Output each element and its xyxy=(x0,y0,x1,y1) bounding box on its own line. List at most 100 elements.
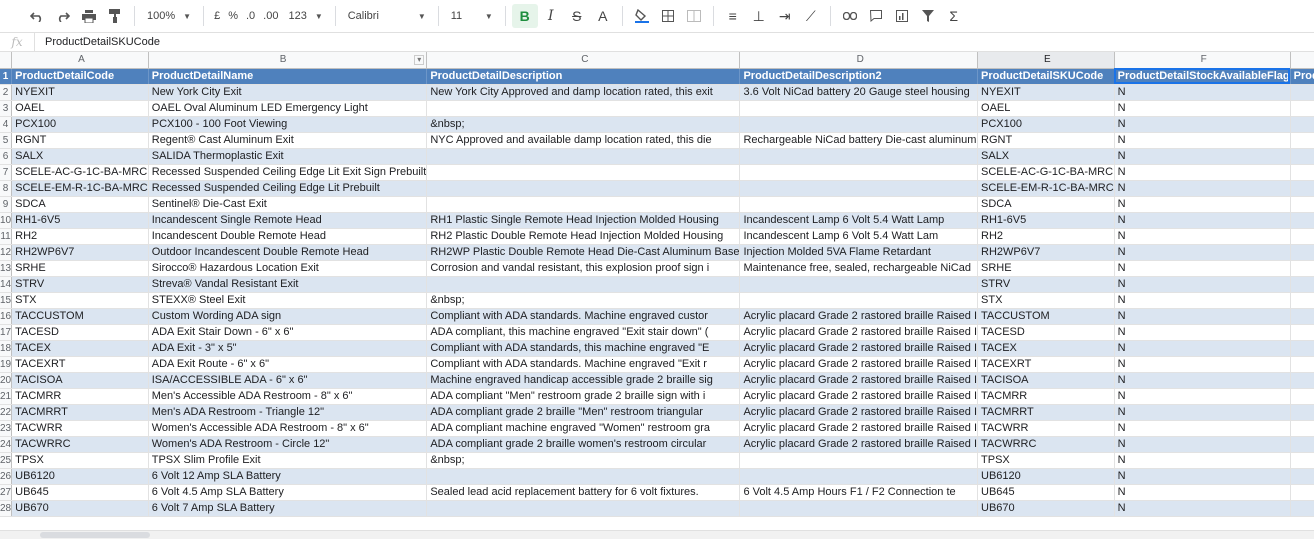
cell[interactable]: OAEL xyxy=(977,100,1115,117)
cell[interactable]: TACMRRT xyxy=(977,404,1115,421)
cell[interactable]: TACWRRC xyxy=(11,436,149,453)
cell[interactable]: SRHE xyxy=(11,260,149,277)
cell[interactable]: Sealed lead acid replacement battery for… xyxy=(426,484,741,501)
cell[interactable] xyxy=(426,180,741,197)
row-number[interactable]: 3 xyxy=(0,100,13,117)
cell[interactable] xyxy=(426,148,741,165)
filter-icon[interactable] xyxy=(915,4,941,28)
row-number[interactable]: 18 xyxy=(0,340,13,357)
insert-chart-icon[interactable] xyxy=(889,4,915,28)
column-header[interactable]: C xyxy=(426,52,741,69)
cell[interactable]: Acrylic placard Grade 2 rastored braille… xyxy=(739,308,979,325)
cell[interactable]: N xyxy=(1114,452,1291,469)
cell[interactable] xyxy=(426,100,741,117)
cell[interactable]: UB6120 xyxy=(11,468,149,485)
cell[interactable]: SCELE-EM-R-1C-BA-MRC xyxy=(977,180,1115,197)
header-cell[interactable]: ProductDetailCode xyxy=(11,68,149,85)
cell[interactable]: UB645 xyxy=(11,484,149,501)
cell[interactable]: N xyxy=(1114,228,1291,245)
cell[interactable]: N xyxy=(1114,340,1291,357)
cell[interactable]: ADA compliant, this machine engraved "Ex… xyxy=(426,324,741,341)
cell[interactable]: PCX100 - 100 Foot Viewing xyxy=(148,116,428,133)
cell[interactable]: Incandescent Lamp 6 Volt 5.4 Watt Lamp xyxy=(739,212,979,229)
cell[interactable]: RH1-6V5 xyxy=(11,212,149,229)
active-header-cell[interactable]: ProductDetailStockAvailableFlag xyxy=(1114,68,1291,85)
cell[interactable]: N xyxy=(1114,292,1291,309)
cell[interactable]: ADA compliant grade 2 braille women's re… xyxy=(426,436,741,453)
row-number[interactable]: 14 xyxy=(0,276,13,293)
row-number[interactable]: 17 xyxy=(0,324,13,341)
print-icon[interactable] xyxy=(76,4,102,28)
cell[interactable]: N xyxy=(1114,132,1291,149)
cell[interactable]: STRV xyxy=(977,276,1115,293)
font-size-select[interactable]: 11 ▼ xyxy=(445,4,499,28)
cell[interactable]: New York City Approved and damp location… xyxy=(426,84,741,101)
column-header[interactable]: F xyxy=(1114,52,1291,69)
cell[interactable]: Acrylic placard Grade 2 rastored braille… xyxy=(739,404,979,421)
cell[interactable] xyxy=(1290,228,1314,245)
row-number[interactable]: 6 xyxy=(0,148,13,165)
cell[interactable] xyxy=(739,164,979,181)
cell[interactable]: N xyxy=(1114,180,1291,197)
row-number[interactable]: 24 xyxy=(0,436,13,453)
cell[interactable]: UB670 xyxy=(977,500,1115,517)
cell[interactable]: 6 Volt 4.5 Amp Hours F1 / F2 Connection … xyxy=(739,484,979,501)
cell[interactable]: TACISOA xyxy=(11,372,149,389)
cell[interactable]: 6 Volt 12 Amp SLA Battery xyxy=(148,468,428,485)
cell[interactable] xyxy=(1290,420,1314,437)
row-number[interactable]: 2 xyxy=(0,84,13,101)
row-number[interactable]: 19 xyxy=(0,356,13,373)
currency-format-button[interactable]: £ xyxy=(210,4,224,28)
cell[interactable]: N xyxy=(1114,324,1291,341)
cell[interactable]: N xyxy=(1114,148,1291,165)
font-select[interactable]: Calibri ▼ xyxy=(342,4,432,28)
text-wrapping-icon[interactable]: ⇥ xyxy=(772,4,798,28)
cell[interactable]: RH1-6V5 xyxy=(977,212,1115,229)
cell[interactable]: N xyxy=(1114,468,1291,485)
cell[interactable]: NYEXIT xyxy=(11,84,149,101)
cell[interactable]: Men's ADA Restroom - Triangle 12" xyxy=(148,404,428,421)
cell[interactable]: Acrylic placard Grade 2 rastored braille… xyxy=(739,324,979,341)
cell[interactable]: Custom Wording ADA sign xyxy=(148,308,428,325)
cell[interactable]: N xyxy=(1114,196,1291,213)
cell[interactable]: Acrylic placard Grade 2 rastored braille… xyxy=(739,436,979,453)
cell[interactable]: Incandescent Single Remote Head xyxy=(148,212,428,229)
cell[interactable]: N xyxy=(1114,484,1291,501)
cell[interactable]: Sirocco® Hazardous Location Exit xyxy=(148,260,428,277)
cell[interactable]: Women's Accessible ADA Restroom - 8" x 6… xyxy=(148,420,428,437)
cell[interactable] xyxy=(1290,148,1314,165)
cell[interactable]: Machine engraved handicap accessible gra… xyxy=(426,372,741,389)
cell[interactable] xyxy=(1290,372,1314,389)
redo-icon[interactable] xyxy=(50,4,76,28)
cell[interactable]: &nbsp; xyxy=(426,292,741,309)
cell[interactable]: SALX xyxy=(977,148,1115,165)
cell[interactable] xyxy=(1290,308,1314,325)
cell[interactable] xyxy=(1290,244,1314,261)
cell[interactable]: N xyxy=(1114,500,1291,517)
cell[interactable]: TACWRRC xyxy=(977,436,1115,453)
cell[interactable]: RGNT xyxy=(977,132,1115,149)
cell[interactable]: PCX100 xyxy=(977,116,1115,133)
decrease-decimal-button[interactable]: .0 xyxy=(242,4,259,28)
scrollbar-thumb[interactable] xyxy=(40,532,150,538)
cell[interactable]: N xyxy=(1114,308,1291,325)
cell[interactable]: ADA compliant grade 2 braille "Men" rest… xyxy=(426,404,741,421)
column-header[interactable]: A xyxy=(11,52,149,69)
cell[interactable] xyxy=(1290,356,1314,373)
header-cell[interactable]: ProductDetailName xyxy=(148,68,428,85)
cell[interactable]: STX xyxy=(11,292,149,309)
formula-input[interactable]: ProductDetailSKUCode xyxy=(35,36,160,48)
row-number[interactable]: 8 xyxy=(0,180,13,197)
cell[interactable]: Incandescent Double Remote Head xyxy=(148,228,428,245)
cell[interactable]: Recessed Suspended Ceiling Edge Lit Exit… xyxy=(148,164,428,181)
cell[interactable] xyxy=(1290,292,1314,309)
row-number[interactable]: 27 xyxy=(0,484,13,501)
row-number[interactable]: 1 xyxy=(0,68,13,85)
borders-icon[interactable] xyxy=(655,4,681,28)
column-menu-icon[interactable]: ▾ xyxy=(414,55,425,66)
cell[interactable]: N xyxy=(1114,356,1291,373)
cell[interactable]: Women's ADA Restroom - Circle 12" xyxy=(148,436,428,453)
cell[interactable] xyxy=(739,196,979,213)
cell[interactable]: TACMRRT xyxy=(11,404,149,421)
cell[interactable]: Injection Molded 5VA Flame Retardant xyxy=(739,244,979,261)
